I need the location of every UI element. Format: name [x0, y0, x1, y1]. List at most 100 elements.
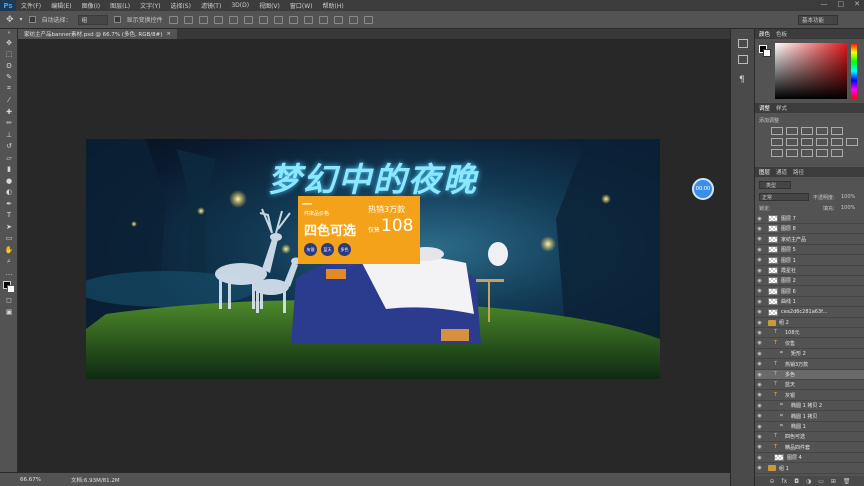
- visibility-eye-icon[interactable]: ◉: [755, 299, 764, 305]
- close-tab-icon[interactable]: ×: [166, 31, 171, 37]
- visibility-eye-icon[interactable]: ◉: [755, 309, 764, 315]
- selective-color-icon[interactable]: [831, 149, 843, 157]
- visibility-eye-icon[interactable]: ◉: [755, 434, 764, 440]
- layer-row[interactable]: ◉ T 四色可选: [755, 432, 864, 443]
- layer-row[interactable]: ◉ T 热销3万款: [755, 360, 864, 370]
- gradient-map-icon[interactable]: [816, 149, 828, 157]
- crop-tool-icon[interactable]: ⌗: [0, 83, 18, 95]
- menu-file[interactable]: 文件(F): [16, 1, 46, 10]
- visibility-eye-icon[interactable]: ◉: [755, 424, 764, 430]
- menu-select[interactable]: 选择(S): [165, 1, 196, 10]
- menu-edit[interactable]: 编辑(E): [46, 1, 76, 10]
- filter-kind-dropdown[interactable]: 类型: [759, 181, 791, 189]
- menu-image[interactable]: 图像(I): [77, 1, 105, 10]
- dodge-tool-icon[interactable]: ◐: [0, 187, 18, 199]
- auto-select-dropdown[interactable]: 组: [77, 14, 108, 25]
- floating-timer-badge[interactable]: 00:00: [692, 178, 714, 200]
- delete-layer-icon[interactable]: 🗑: [843, 478, 851, 485]
- blend-mode-dropdown[interactable]: 正常: [759, 193, 809, 201]
- collapse-toolbar-icon[interactable]: »: [0, 29, 18, 37]
- clone-stamp-tool-icon[interactable]: ⊥: [0, 129, 18, 141]
- zoom-level[interactable]: 66.67%: [20, 477, 41, 483]
- paragraph-icon[interactable]: ¶: [739, 75, 745, 85]
- visibility-eye-icon[interactable]: ◉: [755, 268, 764, 274]
- history-icon[interactable]: [738, 39, 748, 48]
- lasso-tool-icon[interactable]: ʘ: [0, 60, 18, 72]
- show-transform-checkbox[interactable]: [113, 16, 121, 23]
- layer-row[interactable]: ◉ T 灰银: [755, 391, 864, 401]
- history-brush-tool-icon[interactable]: ↺: [0, 141, 18, 153]
- distribute-bottom-icon[interactable]: [288, 15, 298, 24]
- layer-row[interactable]: ◉ ⌗ 椭圆 1 拷贝: [755, 412, 864, 422]
- layer-row[interactable]: ◉ 家纺主产品: [755, 235, 864, 245]
- visibility-eye-icon[interactable]: ◉: [755, 382, 764, 388]
- visibility-eye-icon[interactable]: ◉: [755, 361, 764, 367]
- menu-window[interactable]: 窗口(W): [285, 1, 318, 10]
- visibility-eye-icon[interactable]: ◉: [755, 403, 764, 409]
- layer-row[interactable]: ◉ 图层 2: [755, 276, 864, 287]
- rectangle-tool-icon[interactable]: ▭: [0, 233, 18, 245]
- layer-row[interactable]: ◉ 图层 8: [755, 224, 864, 235]
- tab-paths[interactable]: 路径: [793, 168, 804, 176]
- menu-help[interactable]: 帮助(H): [318, 1, 349, 10]
- auto-align-icon[interactable]: [348, 15, 358, 24]
- layer-row[interactable]: ◉ cea2d6c281a63f...: [755, 308, 864, 318]
- layer-row[interactable]: ◉ T 仅售: [755, 339, 864, 349]
- color-lookup-icon[interactable]: [846, 138, 858, 146]
- banner-title[interactable]: 梦幻中的夜晚: [268, 153, 478, 201]
- color-balance-icon[interactable]: [786, 138, 798, 146]
- black-white-icon[interactable]: [801, 138, 813, 146]
- visibility-eye-icon[interactable]: ◉: [755, 288, 764, 294]
- opacity-value[interactable]: 100%: [841, 194, 855, 200]
- brush-tool-icon[interactable]: ✏: [0, 118, 18, 130]
- layer-row[interactable]: ◉ 图层 1: [755, 256, 864, 266]
- layer-row[interactable]: ◉ 图层 4: [755, 453, 864, 464]
- align-right-icon[interactable]: [243, 15, 253, 24]
- layer-row[interactable]: ◉ ⌗ 矩形 2: [755, 349, 864, 360]
- layer-row[interactable]: ◉ 图层 6: [755, 287, 864, 297]
- menu-view[interactable]: 视图(V): [254, 1, 285, 10]
- layer-row[interactable]: ◉ T 多色: [755, 370, 864, 380]
- visibility-eye-icon[interactable]: ◉: [755, 236, 764, 242]
- eyedropper-tool-icon[interactable]: ⁄: [0, 95, 18, 107]
- visibility-eye-icon[interactable]: ◉: [755, 413, 764, 419]
- promo-box[interactable]: 一 件床品价格 热销3万款 四色可选 仅售 108 灰银 蓝天 多色: [298, 196, 420, 264]
- move-tool-icon[interactable]: ✥: [0, 37, 18, 49]
- color-picker-field[interactable]: [775, 43, 847, 99]
- visibility-eye-icon[interactable]: ◉: [755, 392, 764, 398]
- align-left-icon[interactable]: [213, 15, 223, 24]
- layer-row[interactable]: ◉ 组 2: [755, 318, 864, 328]
- minimize-button[interactable]: —: [821, 0, 828, 8]
- visibility-eye-icon[interactable]: ◉: [755, 465, 764, 471]
- type-tool-icon[interactable]: T: [0, 210, 18, 222]
- distribute-right-icon[interactable]: [333, 15, 343, 24]
- distribute-center-icon[interactable]: [273, 15, 283, 24]
- path-selection-tool-icon[interactable]: ➤: [0, 221, 18, 233]
- new-layer-icon[interactable]: ⊞: [831, 478, 836, 485]
- distribute-icon[interactable]: [258, 15, 268, 24]
- hue-saturation-icon[interactable]: [771, 138, 783, 146]
- visibility-eye-icon[interactable]: ◉: [755, 247, 764, 253]
- menu-filter[interactable]: 滤镜(T): [196, 1, 226, 10]
- layer-row[interactable]: ◉ 曲线 1: [755, 297, 864, 308]
- curves-icon[interactable]: [801, 127, 813, 135]
- hue-slider[interactable]: [851, 43, 857, 99]
- distribute-left-icon[interactable]: [303, 15, 313, 24]
- eraser-tool-icon[interactable]: ▱: [0, 152, 18, 164]
- document-tab[interactable]: 家纺主产品banner素材.psd @ 66.7% (多色, RGB/8#) ×: [18, 29, 178, 39]
- background-color-swatch[interactable]: [763, 49, 771, 57]
- dropdown-arrow-icon[interactable]: ▾: [20, 16, 23, 23]
- screen-mode-icon[interactable]: ▣: [0, 306, 18, 318]
- fill-value[interactable]: 100%: [841, 205, 855, 211]
- new-group-icon[interactable]: ▭: [818, 478, 824, 485]
- tab-swatches[interactable]: 色板: [776, 30, 787, 38]
- banner-canvas[interactable]: 梦幻中的夜晚 一 件床品价格 热销3万款 四色可选 仅售 108 灰银 蓝天 多…: [86, 139, 660, 379]
- visibility-eye-icon[interactable]: ◉: [755, 444, 764, 450]
- add-style-icon[interactable]: fx: [782, 478, 788, 485]
- visibility-eye-icon[interactable]: ◉: [755, 278, 764, 284]
- align-center-icon[interactable]: [228, 15, 238, 24]
- invert-icon[interactable]: [771, 149, 783, 157]
- properties-icon[interactable]: [738, 55, 748, 64]
- layer-row[interactable]: ◉ ⌗ 椭圆 1: [755, 422, 864, 432]
- exposure-icon[interactable]: [816, 127, 828, 135]
